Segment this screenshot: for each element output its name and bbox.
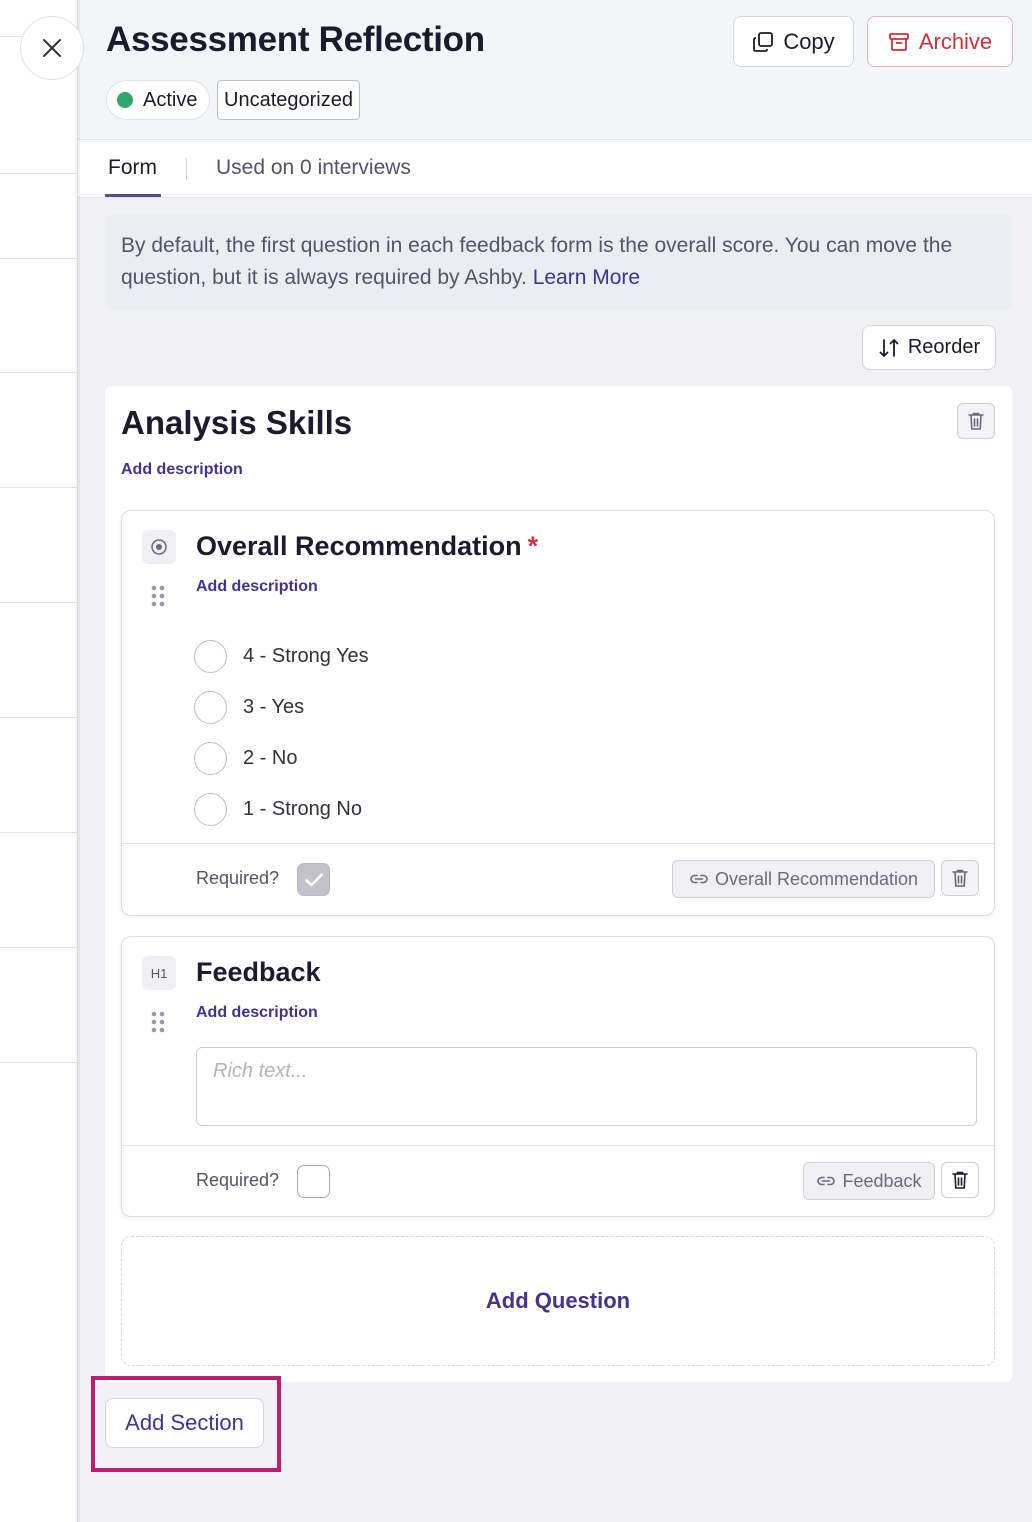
status-dot <box>117 92 133 108</box>
panel-shadow <box>72 0 80 1522</box>
reorder-button[interactable]: Reorder <box>862 325 996 370</box>
archive-button[interactable]: Archive <box>867 16 1013 67</box>
delete-question-button[interactable] <box>941 1162 979 1198</box>
list-divider <box>0 947 78 948</box>
copy-button[interactable]: Copy <box>733 16 854 67</box>
delete-question-button[interactable] <box>941 860 979 896</box>
list-divider <box>0 173 78 174</box>
list-divider <box>0 602 78 603</box>
link-label: Overall Recommendation <box>714 868 919 889</box>
tab-divider <box>186 158 187 180</box>
close-panel-button[interactable] <box>20 16 84 80</box>
radio-button[interactable] <box>194 793 227 826</box>
trash-icon <box>951 868 969 888</box>
option-label: 4 - Strong Yes <box>243 645 369 667</box>
tab-bar: Form Used on 0 interviews <box>78 140 1032 198</box>
radio-option-strong-no[interactable]: 1 - Strong No <box>194 784 369 835</box>
archive-icon <box>888 31 919 53</box>
status-label: Active <box>143 88 198 111</box>
copy-label: Copy <box>783 28 835 54</box>
option-label: 2 - No <box>243 747 298 769</box>
question-type-badge <box>142 530 176 564</box>
question-add-description-link[interactable]: Add description <box>196 1004 318 1022</box>
required-checkbox[interactable] <box>297 863 330 896</box>
question-title-text: Overall Recommendation <box>196 531 522 561</box>
checkmark-icon <box>304 872 324 888</box>
option-label: 3 - Yes <box>243 696 305 718</box>
radio-options: 4 - Strong Yes 3 - Yes 2 - No 1 - Strong… <box>194 631 369 835</box>
reorder-label: Reorder <box>907 336 981 358</box>
drag-handle-icon[interactable] <box>151 585 165 607</box>
link-icon <box>689 872 715 886</box>
status-badge: Active <box>106 80 210 120</box>
active-tab-indicator <box>105 194 161 197</box>
panel-header: Assessment Reflection Active Uncategoriz… <box>78 0 1032 140</box>
link-label: Feedback <box>842 1170 922 1191</box>
highlight-box <box>91 1376 281 1472</box>
category-badge[interactable]: Uncategorized <box>217 80 360 120</box>
list-divider <box>0 832 78 833</box>
question-card-overall-recommendation: Overall Recommendation * Add description … <box>121 510 995 916</box>
question-link-button[interactable]: Overall Recommendation <box>672 860 935 898</box>
page-title: Assessment Reflection <box>106 20 485 59</box>
required-asterisk: * <box>527 531 539 561</box>
list-divider <box>0 1062 78 1063</box>
option-label: 1 - Strong No <box>243 798 362 820</box>
tab-form[interactable]: Form <box>108 156 157 180</box>
section-add-description-link[interactable]: Add description <box>121 461 243 479</box>
question-title[interactable]: Feedback <box>196 957 321 988</box>
rich-text-input[interactable]: Rich text... <box>196 1047 977 1126</box>
radio-button[interactable] <box>194 742 227 775</box>
tab-used-on-interviews[interactable]: Used on 0 interviews <box>216 156 411 180</box>
delete-section-button[interactable] <box>957 403 995 439</box>
question-card-feedback: H1 Feedback Add description Rich text...… <box>121 936 995 1217</box>
background-list <box>0 0 78 1522</box>
close-icon <box>41 37 63 59</box>
list-divider <box>0 372 78 373</box>
radio-option-no[interactable]: 2 - No <box>194 733 369 784</box>
radio-option-strong-yes[interactable]: 4 - Strong Yes <box>194 631 369 682</box>
required-checkbox[interactable] <box>297 1165 330 1198</box>
copy-icon <box>752 31 783 53</box>
radio-button[interactable] <box>194 691 227 724</box>
info-banner: By default, the first question in each f… <box>105 214 1012 310</box>
trash-icon <box>951 1170 969 1190</box>
question-title[interactable]: Overall Recommendation * <box>196 531 538 562</box>
trash-icon <box>967 411 985 431</box>
learn-more-link[interactable]: Learn More <box>533 266 640 289</box>
required-label: Required? <box>196 1170 280 1190</box>
drag-handle-icon[interactable] <box>151 1011 165 1033</box>
archive-label: Archive <box>918 28 993 54</box>
link-icon <box>816 1174 842 1188</box>
list-divider <box>0 717 78 718</box>
radio-option-yes[interactable]: 3 - Yes <box>194 682 369 733</box>
question-footer: Required? Overall Recommendation <box>122 843 994 915</box>
form-section: Analysis Skills Add description Overall … <box>105 386 1012 1382</box>
question-footer: Required? Feedback <box>122 1145 994 1217</box>
sort-icon <box>878 337 908 359</box>
question-link-button[interactable]: Feedback <box>803 1162 935 1200</box>
heading-type-badge: H1 <box>142 956 176 990</box>
question-add-description-link[interactable]: Add description <box>196 578 318 596</box>
form-detail-panel: Assessment Reflection Active Uncategoriz… <box>78 0 1032 1522</box>
add-question-button[interactable]: Add Question <box>121 1236 995 1366</box>
section-title[interactable]: Analysis Skills <box>121 404 352 442</box>
radio-button[interactable] <box>194 640 227 673</box>
list-divider <box>0 258 78 259</box>
required-label: Required? <box>196 868 280 888</box>
radio-type-icon <box>150 538 168 556</box>
list-divider <box>0 487 78 488</box>
